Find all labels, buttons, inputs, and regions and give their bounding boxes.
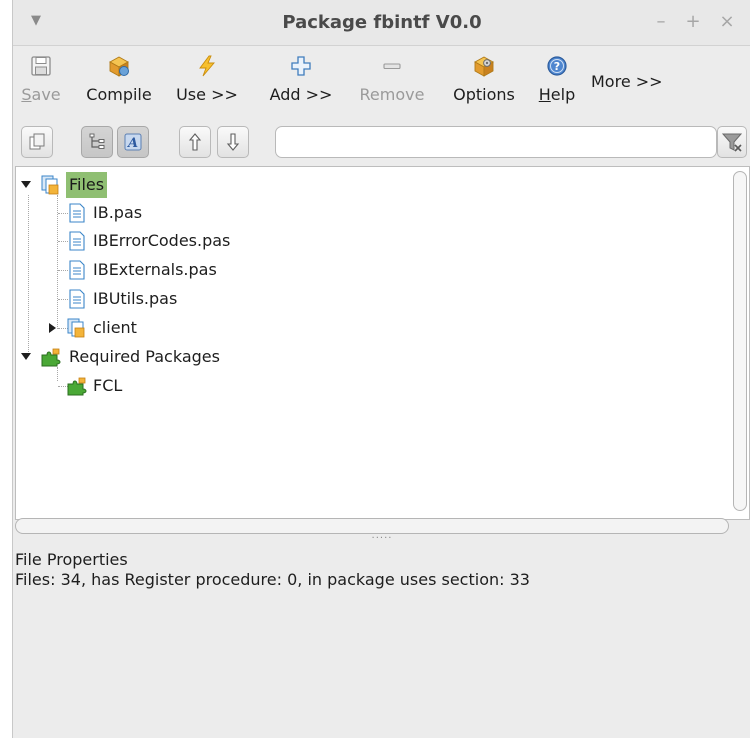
move-up-button[interactable]: [179, 126, 211, 158]
expand-arrow-icon[interactable]: [20, 180, 32, 190]
client-folder-icon: [67, 318, 85, 338]
tree-label-file: IBUtils.pas: [93, 289, 178, 308]
pascal-file-icon: [69, 231, 85, 251]
tree-label-client: client: [93, 318, 137, 337]
tree-hierarchy-icon: [89, 133, 105, 149]
plus-icon: [291, 56, 311, 76]
arrow-down-icon: [226, 133, 240, 151]
tree-label-file: IB.pas: [93, 203, 143, 222]
package-editor-window: ▼ Package fbintf V0.0 – + × Save Compile: [12, 0, 750, 738]
file-properties-panel: File Properties Files: 34, has Register …: [15, 550, 749, 738]
tree-node-file[interactable]: IBUtils.pas: [16, 285, 416, 313]
tree-node-file[interactable]: IB.pas: [16, 199, 416, 227]
options-button[interactable]: Options: [445, 54, 523, 114]
files-folder-icon: [41, 175, 59, 195]
add-label: Add >>: [269, 85, 333, 104]
close-button[interactable]: ×: [717, 12, 737, 32]
show-directory-hierarchy-button[interactable]: [81, 126, 113, 158]
file-properties-details: Files: 34, has Register procedure: 0, in…: [15, 570, 530, 589]
tree-node-client[interactable]: client: [16, 314, 416, 342]
pascal-file-icon: [69, 203, 85, 223]
minus-icon: [383, 63, 401, 70]
options-label: Options: [453, 85, 515, 104]
save-button[interactable]: Save: [17, 54, 65, 114]
clear-filter-funnel-icon: [721, 133, 743, 152]
open-file-icon: [29, 133, 45, 150]
move-down-button[interactable]: [217, 126, 249, 158]
sort-alphabetically-button[interactable]: A: [117, 126, 149, 158]
tree-label-package: FCL: [93, 376, 123, 395]
filter-bar: A: [13, 124, 750, 162]
package-tree[interactable]: Files IB.pas IBErrorCodes.pas IBExternal…: [15, 166, 750, 520]
minimize-button[interactable]: –: [651, 12, 671, 32]
file-properties-title: File Properties: [15, 550, 128, 569]
save-label: Save: [21, 85, 61, 104]
use-label: Use >>: [176, 85, 238, 104]
collapsed-arrow-icon[interactable]: [48, 322, 58, 334]
splitter-handle[interactable]: ·····: [13, 534, 750, 546]
open-file-button[interactable]: [21, 126, 53, 158]
compile-cube-icon: [109, 56, 129, 77]
add-button[interactable]: Add >>: [261, 54, 341, 114]
tree-node-required-packages[interactable]: Required Packages: [16, 343, 416, 371]
options-cube-icon: [474, 56, 494, 77]
svg-text:A: A: [126, 136, 138, 151]
package-puzzle-icon: [41, 348, 61, 367]
remove-button[interactable]: Remove: [353, 54, 431, 114]
pascal-file-icon: [69, 260, 85, 280]
tree-label-file: IBErrorCodes.pas: [93, 231, 231, 250]
tree-label-required-packages: Required Packages: [69, 347, 220, 366]
tree-label-file: IBExternals.pas: [93, 260, 217, 279]
svg-text:?: ?: [554, 60, 560, 73]
clear-filter-button[interactable]: [717, 126, 747, 158]
title-bar: ▼ Package fbintf V0.0 – + ×: [13, 0, 750, 46]
more-button[interactable]: More >>: [591, 72, 663, 91]
help-button[interactable]: ? Help: [533, 54, 581, 114]
compile-label: Compile: [86, 85, 152, 104]
tree-node-files[interactable]: Files: [16, 171, 416, 199]
expand-arrow-icon[interactable]: [20, 352, 32, 362]
window-title: Package fbintf V0.0: [282, 12, 482, 33]
arrow-up-icon: [188, 133, 202, 151]
sort-alphabetically-icon: A: [124, 133, 142, 151]
help-question-icon: ?: [547, 56, 567, 76]
lightning-icon: [199, 55, 215, 77]
horizontal-scrollbar[interactable]: [15, 518, 729, 534]
maximize-button[interactable]: +: [683, 12, 703, 32]
tree-label-files: Files: [66, 172, 108, 198]
tree-node-package[interactable]: FCL: [16, 372, 416, 400]
help-label: Help: [538, 85, 576, 104]
filter-input[interactable]: [275, 126, 717, 158]
tree-node-file[interactable]: IBExternals.pas: [16, 256, 416, 284]
pascal-file-icon: [69, 289, 85, 309]
use-button[interactable]: Use >>: [169, 54, 245, 114]
package-puzzle-icon: [67, 377, 87, 396]
compile-button[interactable]: Compile: [79, 54, 159, 114]
vertical-scrollbar[interactable]: [733, 171, 747, 511]
tree-node-file[interactable]: IBErrorCodes.pas: [16, 227, 416, 255]
remove-label: Remove: [359, 85, 425, 104]
floppy-disk-icon: [31, 56, 51, 76]
